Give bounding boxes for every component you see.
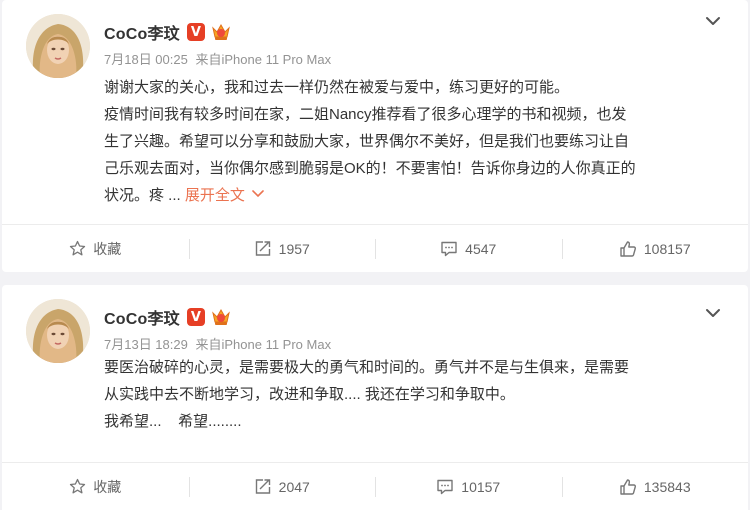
author-row: CoCo李玟 V bbox=[104, 20, 232, 44]
star-icon bbox=[69, 478, 86, 495]
expand-full-text-link[interactable]: 展开全文 bbox=[185, 187, 245, 204]
post-meta: 7月18日 00:25 来自iPhone 11 Pro Max bbox=[104, 49, 335, 68]
post-text-line: 生了兴趣。希望可以分享和鼓励大家，世界偶尔不美好，但是我们也要练习让自 bbox=[104, 133, 630, 150]
source-device: iPhone 11 Pro Max bbox=[221, 52, 332, 67]
verified-badge: V bbox=[186, 23, 205, 41]
favorite-button[interactable]: 收藏 bbox=[2, 225, 189, 273]
post-text: 要医治破碎的心灵，是需要极大的勇气和时间的。勇气并不是与生俱来，是需要 从实践中… bbox=[104, 354, 734, 435]
avatar[interactable] bbox=[26, 14, 90, 78]
post-text: 谢谢大家的关心，我和过去一样仍然在被爱与爱中，练习更好的可能。 疫情时间我有较多… bbox=[104, 74, 734, 209]
chevron-down-icon[interactable] bbox=[704, 14, 722, 28]
repost-button[interactable]: 1957 bbox=[188, 225, 376, 273]
comment-button[interactable]: 10157 bbox=[375, 463, 562, 510]
verified-badge: V bbox=[186, 308, 205, 326]
like-icon bbox=[619, 240, 637, 258]
repost-icon bbox=[254, 240, 272, 257]
username[interactable]: CoCo李玟 bbox=[104, 20, 180, 44]
post-text-line-last: 状况。疼 ... 展开全文 bbox=[104, 182, 734, 209]
post-text-tail: 状况。疼 ... bbox=[104, 187, 181, 204]
post-text-line: 我希望... 希望........ bbox=[104, 413, 242, 430]
author-row: CoCo李玟 V bbox=[104, 305, 232, 329]
weibo-post-1: CoCo李玟 V 7月18日 00:25 来自iPhone 11 Pro Max… bbox=[2, 0, 748, 272]
like-icon bbox=[619, 478, 637, 496]
comment-button[interactable]: 4547 bbox=[375, 225, 562, 273]
username[interactable]: CoCo李玟 bbox=[104, 305, 180, 329]
post-text-line: 疫情时间我有较多时间在家，二姐Nancy推荐看了很多心理学的书和视频，也发 bbox=[104, 106, 627, 123]
source-device: iPhone 11 Pro Max bbox=[221, 337, 332, 352]
post-text-line: 要医治破碎的心灵，是需要极大的勇气和时间的。勇气并不是与生俱来，是需要 bbox=[104, 359, 630, 376]
repost-icon bbox=[254, 478, 272, 495]
post-date[interactable]: 7月13日 18:29 bbox=[104, 337, 188, 352]
post-date[interactable]: 7月18日 00:25 bbox=[104, 52, 188, 67]
post-meta: 7月13日 18:29 来自iPhone 11 Pro Max bbox=[104, 334, 335, 353]
comment-icon bbox=[436, 478, 454, 495]
expand-chevron-icon[interactable] bbox=[251, 181, 265, 208]
like-count: 135843 bbox=[643, 478, 691, 495]
repost-count: 2047 bbox=[278, 478, 310, 495]
favorite-label: 收藏 bbox=[93, 478, 122, 495]
post-text-line: 从实践中去不断地学习，改进和争取.... 我还在学习和争取中。 bbox=[104, 386, 515, 403]
like-button[interactable]: 108157 bbox=[561, 225, 749, 273]
avatar[interactable] bbox=[26, 299, 90, 363]
favorite-button[interactable]: 收藏 bbox=[2, 463, 189, 510]
like-count: 108157 bbox=[643, 240, 691, 257]
comment-count: 10157 bbox=[461, 478, 501, 495]
level-crown-icon bbox=[210, 22, 232, 42]
repost-button[interactable]: 2047 bbox=[188, 463, 376, 510]
action-bar: 收藏 1957 4547 108157 bbox=[2, 224, 748, 272]
star-icon bbox=[69, 240, 86, 257]
action-bar: 收藏 2047 10157 135843 bbox=[2, 462, 748, 510]
chevron-down-icon[interactable] bbox=[704, 306, 722, 320]
post-text-line: 己乐观去面对，当你偶尔感到脆弱是OK的！不要害怕！告诉你身边的人你真正的 bbox=[104, 160, 636, 177]
source-prefix: 来自 bbox=[195, 337, 222, 352]
post-text-line: 谢谢大家的关心，我和过去一样仍然在被爱与爱中，练习更好的可能。 bbox=[104, 79, 570, 96]
repost-count: 1957 bbox=[278, 240, 310, 257]
source-prefix: 来自 bbox=[195, 52, 222, 67]
favorite-label: 收藏 bbox=[93, 240, 122, 257]
level-crown-icon bbox=[210, 307, 232, 327]
weibo-post-2: CoCo李玟 V 7月13日 18:29 来自iPhone 11 Pro Max… bbox=[2, 285, 748, 510]
comment-count: 4547 bbox=[465, 240, 497, 257]
comment-icon bbox=[440, 240, 458, 257]
like-button[interactable]: 135843 bbox=[561, 463, 749, 510]
